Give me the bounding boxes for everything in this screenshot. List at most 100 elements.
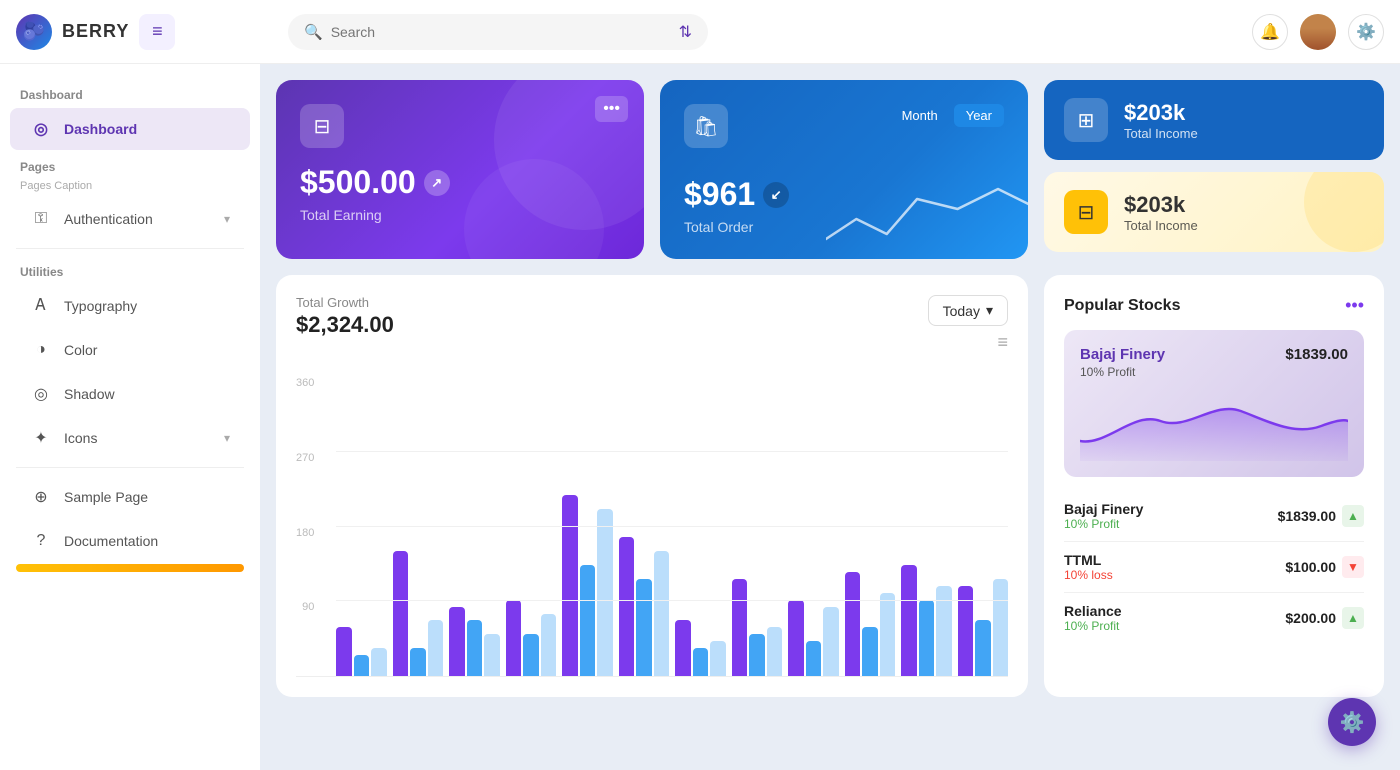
sidebar-item-auth-label: Authentication xyxy=(64,211,153,227)
chart-menu-icon[interactable]: ≡ xyxy=(997,332,1008,353)
bar-group-7 xyxy=(732,579,783,676)
sidebar: Dashboard ◎ Dashboard Pages Pages Captio… xyxy=(0,64,260,770)
settings-button[interactable]: ⚙️ xyxy=(1348,14,1384,50)
sidebar-item-dashboard-label: Dashboard xyxy=(64,121,137,137)
earning-card-icon: ⊟ xyxy=(300,104,344,148)
bar-group-8 xyxy=(788,600,839,676)
stat-icon-2: ⊟ xyxy=(1064,190,1108,234)
earning-card: ••• ⊟ $500.00 ↗ Total Earning xyxy=(276,80,644,259)
sidebar-item-documentation[interactable]: ? Documentation xyxy=(10,520,250,562)
featured-stock-top: Bajaj Finery 10% Profit $1839.00 xyxy=(1080,346,1348,379)
bar-light-6 xyxy=(710,641,726,676)
search-bar: 🔍 ⇅ xyxy=(288,14,708,50)
featured-stock-info: Bajaj Finery 10% Profit xyxy=(1080,346,1165,379)
app-logo-icon: 🫐 xyxy=(16,14,52,50)
stocks-more-icon[interactable]: ••• xyxy=(1345,295,1364,316)
avatar[interactable] xyxy=(1300,14,1336,50)
tab-year[interactable]: Year xyxy=(954,104,1004,127)
order-arrow-icon: ↙ xyxy=(763,182,789,208)
order-amount-value: $961 xyxy=(684,176,755,213)
search-icon: 🔍 xyxy=(304,23,323,41)
bar-light-8 xyxy=(823,607,839,676)
stock-name-group-bajaj: Bajaj Finery 10% Profit xyxy=(1064,501,1143,531)
bar-light-0 xyxy=(371,648,387,676)
yellow-blob xyxy=(1304,172,1384,252)
main-layout: Dashboard ◎ Dashboard Pages Pages Captio… xyxy=(0,64,1400,770)
dashboard-section-label: Dashboard xyxy=(0,80,260,106)
today-button[interactable]: Today ▾ xyxy=(928,295,1008,326)
chevron-down-icon-2: ▾ xyxy=(224,431,230,445)
bar-blue-2 xyxy=(467,620,483,676)
icons-icon: ✦ xyxy=(30,427,52,449)
main-content: ••• ⊟ $500.00 ↗ Total Earning 🛍 Month xyxy=(260,64,1400,770)
dashboard-icon: ◎ xyxy=(30,118,52,140)
chart-amount: $2,324.00 xyxy=(296,312,394,338)
featured-stock-price: $1839.00 xyxy=(1285,346,1348,363)
bar-group-11 xyxy=(958,579,1009,676)
stock-profit-reliance: 10% Profit xyxy=(1064,619,1122,633)
bar-light-7 xyxy=(767,627,783,676)
sidebar-item-authentication[interactable]: ⚿ Authentication ▾ xyxy=(10,198,250,240)
bell-icon: 🔔 xyxy=(1260,22,1280,42)
stat-amount-1: $203k xyxy=(1124,100,1198,126)
earning-amount: $500.00 ↗ xyxy=(300,164,620,201)
chart-header-left: Total Growth $2,324.00 xyxy=(296,295,394,338)
bar-light-4 xyxy=(597,509,613,676)
bar-group-10 xyxy=(901,565,952,676)
topbar-right: 🔔 ⚙️ xyxy=(1252,14,1384,50)
hamburger-button[interactable]: ≡ xyxy=(139,14,175,50)
stat-amount-2: $203k xyxy=(1124,192,1198,218)
sidebar-item-color[interactable]: ◑ Color xyxy=(10,329,250,371)
bar-purple-9 xyxy=(845,572,861,676)
bar-blue-4 xyxy=(580,565,596,676)
bar-light-1 xyxy=(428,620,444,676)
stocks-title: Popular Stocks xyxy=(1064,297,1180,315)
right-stats: ⊞ $203k Total Income ⊟ $203k Total Incom… xyxy=(1044,80,1384,259)
typography-icon: Ꭺ xyxy=(30,295,52,317)
stat-icon-1: ⊞ xyxy=(1064,98,1108,142)
sidebar-item-typography[interactable]: Ꭺ Typography xyxy=(10,285,250,327)
stat-label-2: Total Income xyxy=(1124,218,1198,233)
sidebar-item-sample-page[interactable]: ⊕ Sample Page xyxy=(10,476,250,518)
bar-purple-0 xyxy=(336,627,352,676)
sidebar-item-sample-label: Sample Page xyxy=(64,489,148,505)
stock-price-reliance: $200.00 xyxy=(1285,610,1336,626)
bar-purple-5 xyxy=(619,537,635,676)
bar-purple-8 xyxy=(788,600,804,676)
utilities-section-label: Utilities xyxy=(0,257,260,283)
stock-list: Bajaj Finery 10% Profit $1839.00 ▲ TTML … xyxy=(1064,491,1364,643)
bar-group-2 xyxy=(449,607,500,676)
bar-purple-4 xyxy=(562,495,578,676)
order-card-top: 🛍 Month Year xyxy=(684,104,1004,164)
stock-name-bajaj: Bajaj Finery xyxy=(1064,501,1143,517)
pages-caption: Pages Caption xyxy=(0,178,260,196)
bar-purple-1 xyxy=(393,551,409,676)
bar-group-5 xyxy=(619,537,670,676)
filter-icon[interactable]: ⇅ xyxy=(679,22,692,42)
chevron-down-icon: ▾ xyxy=(224,212,230,226)
today-label: Today xyxy=(943,303,980,319)
bar-chart: 360 270 180 90 xyxy=(296,377,1008,677)
grid-line-1 xyxy=(336,451,1008,452)
sidebar-item-dashboard[interactable]: ◎ Dashboard xyxy=(10,108,250,150)
sidebar-item-shadow-label: Shadow xyxy=(64,386,115,402)
bar-blue-6 xyxy=(693,648,709,676)
sidebar-item-shadow[interactable]: ◎ Shadow xyxy=(10,373,250,415)
order-card-icon: 🛍 xyxy=(684,104,728,148)
bar-light-3 xyxy=(541,614,557,677)
bar-purple-10 xyxy=(901,565,917,676)
fab-settings-button[interactable]: ⚙️ xyxy=(1328,698,1376,746)
chart-section: Total Growth $2,324.00 Today ▾ ≡ 360 xyxy=(276,275,1384,697)
search-input[interactable] xyxy=(331,24,671,40)
bar-blue-1 xyxy=(410,648,426,676)
bar-purple-6 xyxy=(675,620,691,676)
bar-group-0 xyxy=(336,627,387,676)
sidebar-item-icons[interactable]: ✦ Icons ▾ xyxy=(10,417,250,459)
tab-month[interactable]: Month xyxy=(890,104,950,127)
earning-more-button[interactable]: ••• xyxy=(595,96,628,122)
gear-icon: ⚙️ xyxy=(1356,22,1376,42)
bar-blue-3 xyxy=(523,634,539,676)
notification-button[interactable]: 🔔 xyxy=(1252,14,1288,50)
chart-header: Total Growth $2,324.00 Today ▾ ≡ xyxy=(296,295,1008,361)
stock-item-reliance: Reliance 10% Profit $200.00 ▲ xyxy=(1064,593,1364,643)
